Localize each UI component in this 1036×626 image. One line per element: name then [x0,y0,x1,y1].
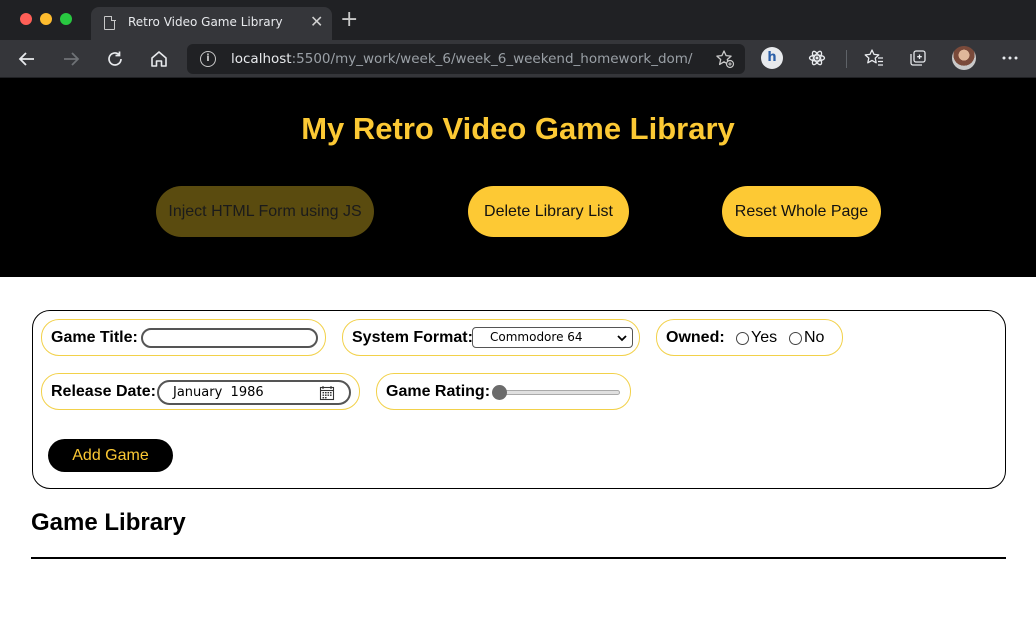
reset-page-button[interactable]: Reset Whole Page [722,186,881,237]
system-format-field: System Format: Commodore 64 [342,319,640,356]
owned-yes-radio[interactable] [736,331,749,345]
game-title-input[interactable] [141,328,318,348]
system-format-label: System Format: [352,328,473,346]
owned-label: Owned: [666,328,725,346]
toolbar-divider [846,50,847,68]
browser-tab[interactable]: Retro Video Game Library ✕ [91,7,332,40]
game-title-label: Game Title: [51,328,138,346]
react-devtools-icon[interactable] [805,46,829,70]
delete-library-button[interactable]: Delete Library List [468,186,629,237]
address-bar[interactable]: i localhost:5500/my_work/week_6/week_6_w… [187,44,745,74]
reload-icon[interactable] [103,47,127,71]
game-title-field: Game Title: [41,319,326,356]
slider-track [496,390,620,395]
owned-field: Owned: Yes No [656,319,843,356]
more-menu-icon[interactable] [998,46,1022,70]
inject-form-button[interactable]: Inject HTML Form using JS [156,186,374,237]
system-format-value: Commodore 64 [490,330,583,344]
owned-no-option[interactable]: No [789,329,824,347]
site-info-icon[interactable]: i [200,51,216,67]
release-date-input[interactable]: January 1986 [157,380,351,405]
add-game-form: Game Title: System Format: Commodore 64 … [32,310,1006,489]
page-title: My Retro Video Game Library [301,111,735,146]
owned-yes-option[interactable]: Yes [736,329,777,347]
new-tab-icon[interactable]: + [340,9,358,31]
owned-yes-label: Yes [751,329,778,346]
game-rating-field: Game Rating: [376,373,631,410]
owned-no-radio[interactable] [789,331,802,345]
system-format-select[interactable]: Commodore 64 [472,327,633,348]
url-text: localhost:5500/my_work/week_6/week_6_wee… [231,51,692,67]
back-icon[interactable] [15,47,39,71]
release-date-field: Release Date: January 1986 [41,373,360,410]
tab-title: Retro Video Game Library [128,15,283,29]
add-game-button[interactable]: Add Game [48,439,173,472]
browser-tab-bar: Retro Video Game Library ✕ + [0,0,1036,40]
slider-thumb[interactable] [492,385,507,400]
game-rating-label: Game Rating: [386,382,491,400]
home-icon[interactable] [147,47,171,71]
owned-no-label: No [804,329,825,346]
release-date-value: January 1986 [173,385,264,400]
page-content: My Retro Video Game Library Inject HTML … [0,78,1036,626]
forward-icon[interactable] [59,47,83,71]
add-favorite-icon[interactable] [715,49,735,74]
library-heading: Game Library [31,509,186,536]
favorites-icon[interactable] [862,46,886,70]
minimize-window-button[interactable] [40,13,52,25]
chevron-down-icon [616,331,628,350]
url-host: localhost [231,51,292,67]
page-icon [104,15,116,30]
extension-icon[interactable]: h [761,47,783,69]
close-window-button[interactable] [20,13,32,25]
profile-avatar[interactable] [952,46,976,70]
game-rating-slider[interactable] [492,382,620,402]
close-tab-icon[interactable]: ✕ [310,12,323,32]
library-divider [31,557,1006,559]
collections-icon[interactable] [906,46,930,70]
calendar-icon[interactable] [319,385,335,408]
maximize-window-button[interactable] [60,13,72,25]
url-path: :5500/my_work/week_6/week_6_weekend_home… [291,51,693,67]
release-date-label: Release Date: [51,382,156,400]
page-header: My Retro Video Game Library Inject HTML … [0,78,1036,277]
